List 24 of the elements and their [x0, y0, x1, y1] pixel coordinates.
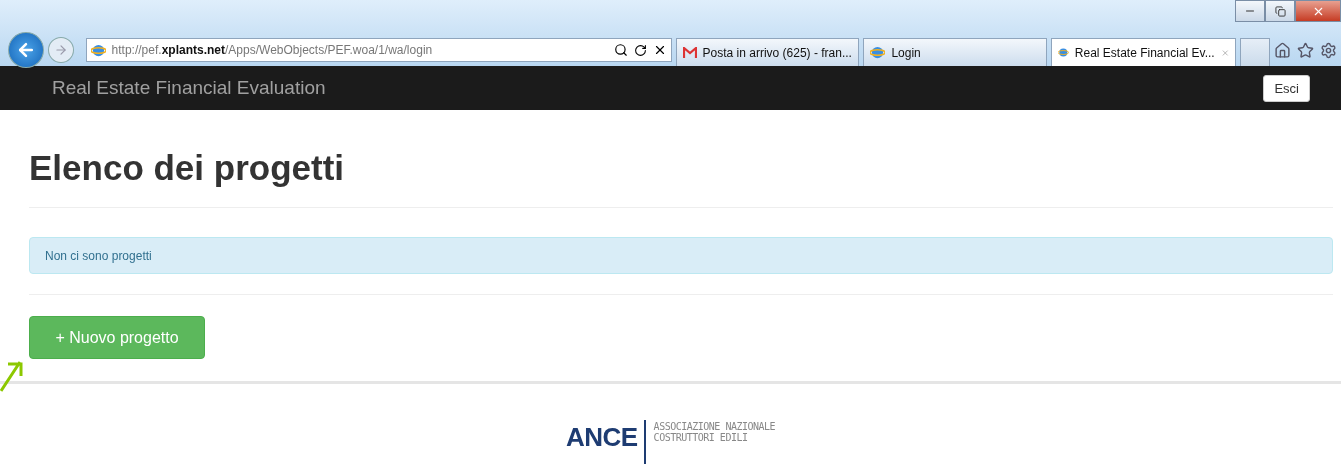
logo-subtitle: ASSOCIAZIONE NAZIONALE COSTRUTTORI EDILI	[652, 421, 776, 443]
navbar-brand[interactable]: Real Estate Financial Evaluation	[52, 77, 326, 99]
globe-icon	[870, 45, 886, 60]
restore-icon	[1274, 5, 1286, 17]
globe-icon	[90, 42, 106, 58]
minimize-button[interactable]	[1235, 0, 1265, 22]
info-alert: Non ci sono progetti	[29, 237, 1333, 274]
browser-tab[interactable]: Posta in arrivo (625) - fran...	[675, 38, 860, 66]
search-icon[interactable]	[613, 43, 628, 57]
star-icon[interactable]	[1297, 41, 1314, 59]
logout-button[interactable]: Esci	[1263, 74, 1310, 102]
browser-tab[interactable]: Real Estate Financial Ev...	[1051, 38, 1237, 66]
close-button[interactable]	[1295, 0, 1341, 22]
settings-icon[interactable]	[1320, 41, 1337, 59]
back-button[interactable]	[8, 32, 44, 68]
logo-wordmark: ANCE	[565, 420, 646, 464]
browser-tab[interactable]: Login	[863, 38, 1048, 66]
address-field[interactable]: http://pef.xplants.net/Apps/WebObjects/PEF.woa/1/wa/login	[85, 38, 672, 62]
mail-icon	[682, 46, 697, 59]
home-icon[interactable]	[1274, 41, 1291, 59]
restore-button[interactable]	[1265, 0, 1295, 22]
page-title: Elenco dei progetti	[29, 110, 1333, 208]
arrow-right-icon	[53, 43, 68, 57]
refresh-icon[interactable]	[633, 43, 647, 57]
